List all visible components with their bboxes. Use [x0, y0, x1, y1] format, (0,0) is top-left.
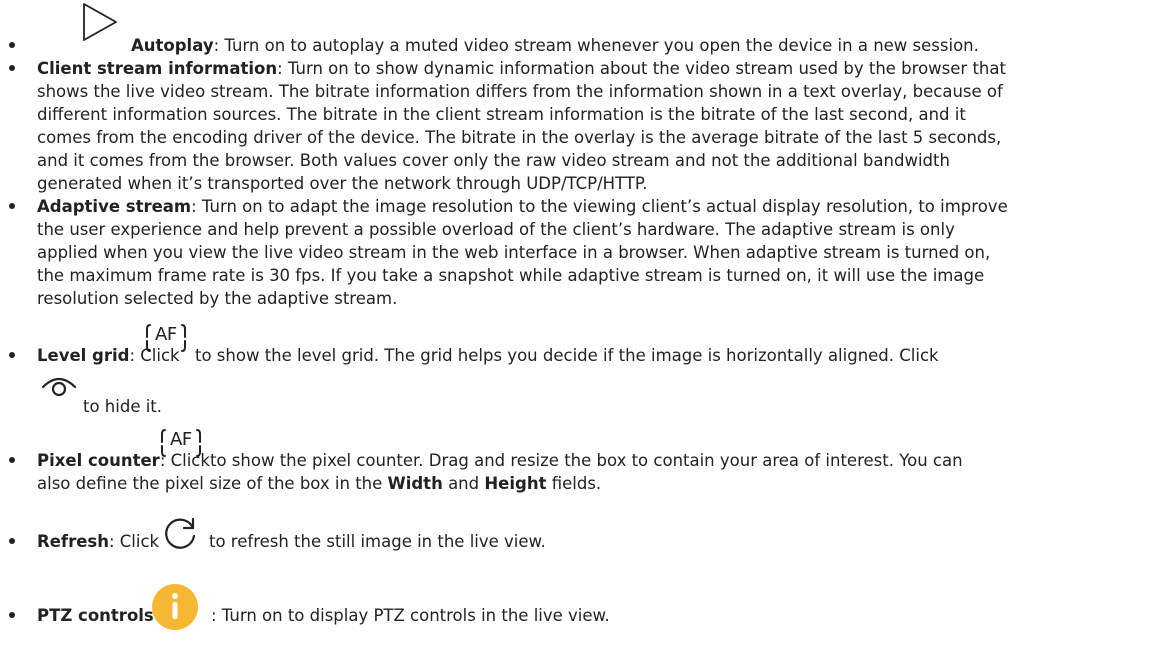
- bullet: [9, 42, 15, 48]
- item-title: Level grid: [37, 346, 130, 365]
- item-text: the maximum frame rate is 30 fps. If you…: [37, 266, 985, 285]
- item-text: : Turn on to autoplay a muted video stre…: [213, 36, 979, 55]
- bullet: [9, 203, 15, 209]
- play-icon: [80, 2, 120, 42]
- list-item-client-stream-info: Client stream information: Turn on to sh…: [37, 58, 1006, 79]
- eye-off-icon: [41, 373, 77, 403]
- width-field-label: Width: [387, 474, 443, 493]
- item-title: Pixel counter: [37, 451, 160, 470]
- item-text: to show the pixel counter. Drag and resi…: [210, 451, 963, 470]
- item-text: different information sources. The bitra…: [37, 105, 966, 124]
- height-field-label: Height: [484, 474, 547, 493]
- refresh-icon: [160, 516, 200, 552]
- item-text: to show the level grid. The grid helps y…: [195, 346, 939, 365]
- item-text: to refresh the still image in the live v…: [209, 532, 546, 551]
- item-title: Adaptive stream: [37, 197, 192, 216]
- document-body: Autoplay: Turn on to autoplay a muted vi…: [0, 0, 1157, 664]
- bullet: [9, 538, 15, 544]
- item-text: : Turn on to display PTZ controls in the…: [211, 606, 610, 625]
- item-text: and it comes from the browser. Both valu…: [37, 151, 950, 170]
- item-text: : Click: [108, 532, 160, 551]
- item-text: fields.: [546, 474, 602, 493]
- list-item-refresh: Refresh: Click: [37, 531, 159, 552]
- list-item-adaptive-stream: Adaptive stream: Turn on to adapt the im…: [37, 196, 1008, 217]
- item-text: to hide it.: [83, 397, 163, 416]
- item-text: also define the pixel size of the box in…: [37, 474, 388, 493]
- bullet: [9, 65, 15, 71]
- item-text: applied when you view the live video str…: [37, 243, 991, 262]
- info-icon: [150, 582, 200, 632]
- item-text: : Turn on to show dynamic information ab…: [277, 59, 1006, 78]
- item-text: the user experience and help prevent a p…: [37, 220, 955, 239]
- item-text: resolution selected by the adaptive stre…: [37, 289, 398, 308]
- item-title: Client stream information: [37, 59, 278, 78]
- bullet: [9, 612, 15, 618]
- item-title: Autoplay: [131, 36, 214, 55]
- af-icon-label: AF: [155, 324, 177, 345]
- item-text: shows the live video stream. The bitrate…: [37, 82, 1003, 101]
- bullet: [9, 457, 15, 463]
- af-icon-label: AF: [170, 429, 192, 450]
- item-title: PTZ controls: [37, 606, 154, 625]
- item-text: comes from the encoding driver of the de…: [37, 128, 1002, 147]
- item-text: generated when it’s transported over the…: [37, 174, 648, 193]
- list-item-autoplay: Autoplay: Turn on to autoplay a muted vi…: [131, 35, 979, 56]
- list-item-ptz-controls: PTZ controls: [37, 605, 154, 626]
- item-text: : Turn on to adapt the image resolution …: [191, 197, 1008, 216]
- bullet: [9, 352, 15, 358]
- item-text-line2: also define the pixel size of the box in…: [37, 473, 601, 494]
- item-title: Refresh: [37, 532, 109, 551]
- item-text: and: [442, 474, 485, 493]
